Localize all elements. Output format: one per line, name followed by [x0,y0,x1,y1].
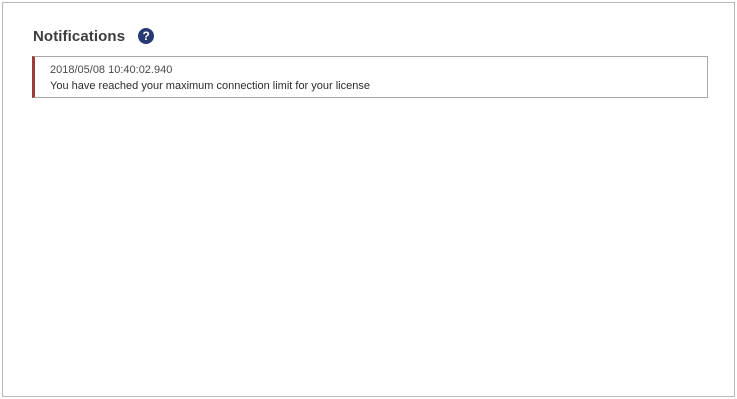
help-icon[interactable]: ? [138,28,155,44]
notifications-panel: Notifications ? 2018/05/08 10:40:02.940 … [2,2,735,397]
notification-item: 2018/05/08 10:40:02.940 You have reached… [32,56,708,98]
notification-timestamp: 2018/05/08 10:40:02.940 [50,64,173,76]
page-title: Notifications [33,27,126,45]
notification-message: You have reached your maximum connection… [50,80,370,92]
panel-header: Notifications ? [33,25,155,47]
